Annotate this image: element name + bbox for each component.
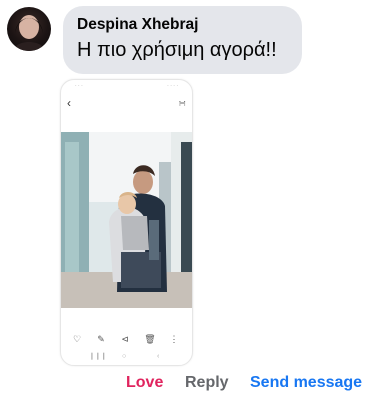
phone-nav-bar: ❙❙❙ ○ ‹ xyxy=(61,352,192,362)
reply-button[interactable]: Reply xyxy=(185,374,229,392)
back-icon: ‹ xyxy=(67,96,71,110)
avatar[interactable] xyxy=(7,7,51,51)
edit-icon: ✎ xyxy=(97,334,105,344)
comment-bubble: Despina Xhebraj Η πιο χρήσιμη αγορά!! xyxy=(63,6,302,74)
phone-status-icons: · · · · xyxy=(167,83,178,89)
comment-text: Η πιο χρήσιμη αγορά!! xyxy=(77,39,277,61)
more-icon: ∺ xyxy=(178,98,186,108)
delete-icon: 🗑 xyxy=(144,334,156,344)
attached-photo xyxy=(61,132,192,308)
phone-status-bar: · · · · · · · xyxy=(61,80,192,92)
avatar-photo xyxy=(13,15,45,51)
comment-actions: Love Reply Send message xyxy=(0,374,369,394)
phone-status-time: · · · xyxy=(75,83,83,89)
back-nav-icon: ‹ xyxy=(157,353,160,360)
share-icon: ⊲ xyxy=(121,334,129,344)
heart-icon: ♡ xyxy=(72,334,82,344)
send-message-button[interactable]: Send message xyxy=(250,374,362,392)
home-icon: ○ xyxy=(122,353,127,360)
attached-screenshot[interactable]: · · · · · · · ‹ ∺ ♡ ✎ ⊲ 🗑 ⋮ ❙❙❙ ○ ‹ xyxy=(60,79,193,366)
more-vertical-icon: ⋮ xyxy=(169,334,179,344)
comment-author[interactable]: Despina Xhebraj xyxy=(77,16,198,34)
recent-apps-icon: ❙❙❙ xyxy=(89,353,107,360)
phone-toolbar: ♡ ✎ ⊲ 🗑 ⋮ xyxy=(61,332,192,346)
love-button[interactable]: Love xyxy=(126,374,163,392)
